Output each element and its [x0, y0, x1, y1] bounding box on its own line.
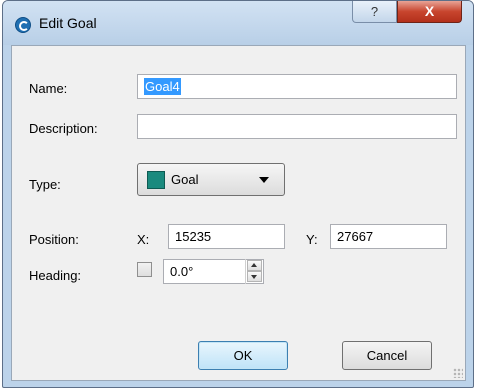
position-label: Position: [29, 232, 79, 247]
ok-button[interactable]: OK [198, 341, 288, 370]
heading-value: 0.0° [170, 264, 194, 279]
dialog-body: Name: Goal4 Description: Type: Goal Posi… [11, 45, 466, 381]
name-label: Name: [29, 81, 68, 96]
spin-up-icon[interactable] [247, 260, 262, 271]
heading-checkbox[interactable] [137, 262, 152, 277]
x-field[interactable]: 15235 [168, 224, 285, 249]
close-button[interactable]: X [397, 1, 462, 23]
cancel-button[interactable]: Cancel [342, 341, 432, 370]
help-button[interactable]: ? [352, 1, 397, 23]
heading-spinner[interactable] [245, 259, 263, 284]
window-title: Edit Goal [39, 15, 97, 31]
edit-goal-dialog: Edit Goal ? X Name: Goal4 Description: T… [2, 0, 474, 388]
app-icon [15, 17, 31, 33]
title-bar[interactable]: Edit Goal ? X [3, 1, 473, 45]
description-label: Description: [29, 121, 98, 136]
type-label: Type: [29, 177, 61, 192]
name-field[interactable]: Goal4 [137, 74, 457, 99]
type-value: Goal [171, 172, 199, 187]
description-field[interactable] [137, 114, 457, 139]
y-field[interactable]: 27667 [330, 224, 447, 249]
type-dropdown[interactable]: Goal [137, 163, 285, 196]
y-label: Y: [306, 232, 318, 247]
resize-grip-icon[interactable] [453, 368, 463, 378]
heading-label: Heading: [29, 268, 82, 283]
dropdown-arrow-icon [259, 177, 269, 183]
spin-down-icon[interactable] [247, 271, 262, 282]
x-label: X: [137, 232, 150, 247]
type-color-swatch [147, 171, 165, 189]
name-value: Goal4 [144, 78, 181, 95]
